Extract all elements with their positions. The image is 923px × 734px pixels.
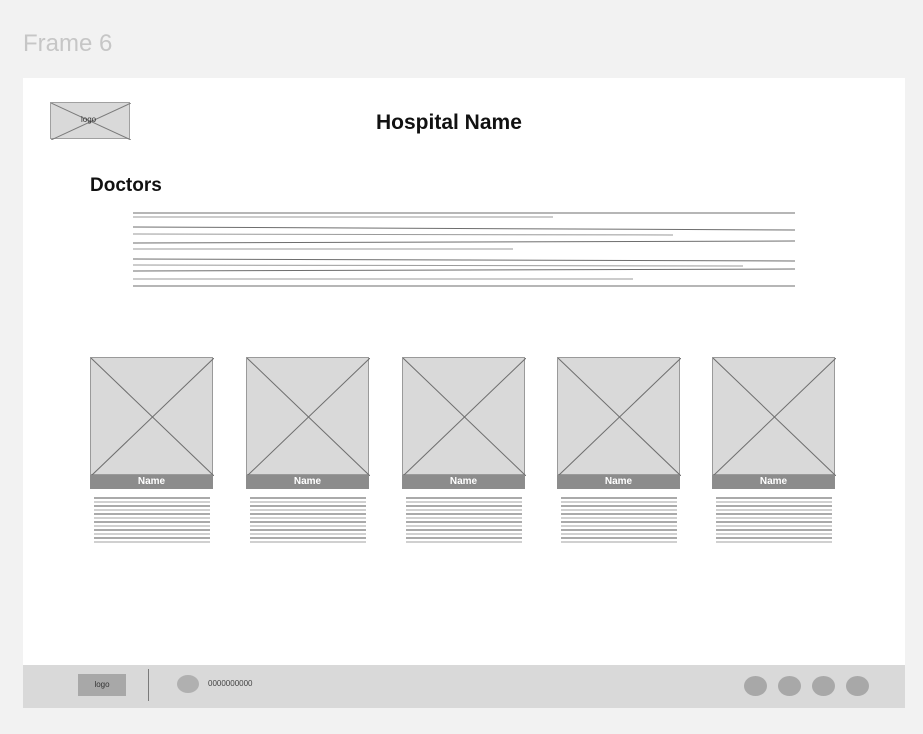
doctor-name: Name: [557, 475, 680, 489]
doctor-description: [94, 497, 210, 543]
image-placeholder-icon: [91, 358, 214, 476]
footer-divider: [148, 669, 149, 701]
image-placeholder-icon: [558, 358, 681, 476]
section-title-doctors: Doctors: [90, 175, 162, 196]
doctor-description: [250, 497, 366, 543]
image-placeholder-icon: [247, 358, 370, 476]
footer: logo 0000000000: [23, 665, 905, 708]
doctor-card[interactable]: Name: [402, 357, 526, 547]
image-placeholder-icon: [403, 358, 526, 476]
header-logo[interactable]: logo: [50, 102, 131, 140]
doctor-name: Name: [712, 475, 835, 489]
doctor-name: Name: [90, 475, 213, 489]
doctor-card[interactable]: Name: [712, 357, 836, 547]
footer-logo[interactable]: logo: [78, 674, 126, 696]
doctor-photo: [557, 357, 681, 476]
social-icon-2[interactable]: [778, 676, 801, 696]
doctor-description: [561, 497, 677, 543]
doctor-name: Name: [402, 475, 525, 489]
doctor-photo: [246, 357, 370, 476]
header-logo-label: logo: [81, 115, 97, 124]
social-icon-4[interactable]: [846, 676, 869, 696]
social-icon-3[interactable]: [812, 676, 835, 696]
page-frame: logo Hospital Name Doctors Name Name Nam…: [23, 78, 905, 708]
image-placeholder-icon: [713, 358, 836, 476]
doctor-card[interactable]: Name: [90, 357, 214, 547]
frame-label: Frame 6: [23, 30, 113, 57]
doctor-card[interactable]: Name: [246, 357, 370, 547]
doctor-photo: [402, 357, 526, 476]
doctor-description: [406, 497, 522, 543]
paragraph-placeholder: [133, 212, 795, 287]
phone-icon[interactable]: [177, 675, 199, 693]
social-icon-1[interactable]: [744, 676, 767, 696]
doctor-photo: [90, 357, 214, 476]
doctor-photo: [712, 357, 836, 476]
page-title: Hospital Name: [376, 111, 522, 134]
doctor-card[interactable]: Name: [557, 357, 681, 547]
doctor-description: [716, 497, 832, 543]
doctor-name: Name: [246, 475, 369, 489]
contact-number: 0000000000: [208, 679, 253, 688]
